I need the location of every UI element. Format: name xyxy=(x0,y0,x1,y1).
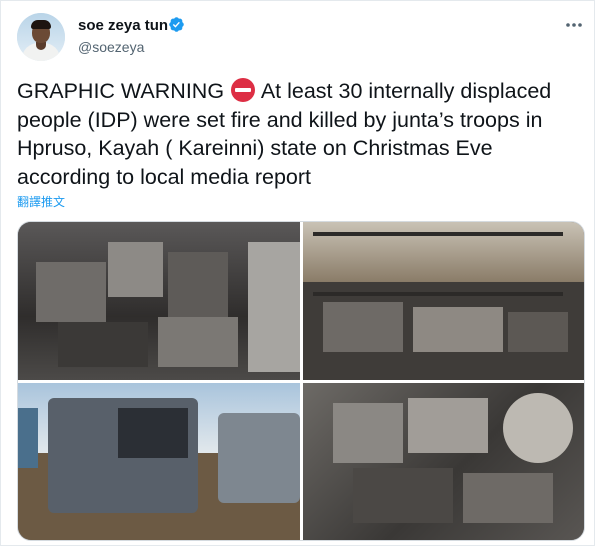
display-name[interactable]: soe zeya tun xyxy=(78,17,168,34)
tweet-text: GRAPHIC WARNING At least 30 internally d… xyxy=(17,77,582,191)
photo-2-tile xyxy=(323,302,403,352)
photo-1-tile xyxy=(36,262,106,322)
photo-1-tile xyxy=(248,242,300,372)
photo-3-person xyxy=(18,408,38,468)
photo-4-tile xyxy=(333,403,403,463)
verified-badge-icon xyxy=(169,17,184,32)
translate-tweet-link[interactable]: 翻譯推文 xyxy=(17,193,65,210)
avatar[interactable] xyxy=(17,13,65,61)
tweet-card[interactable]: soe zeya tun @soezeya GRAPHIC WARNING At… xyxy=(0,0,595,546)
photo-2-tile xyxy=(508,312,568,352)
photo-4-tile xyxy=(503,393,573,463)
user-handle[interactable]: @soezeya xyxy=(78,39,144,55)
photo-2-rail xyxy=(313,232,563,236)
photo-2-sky xyxy=(303,222,584,282)
no-entry-icon xyxy=(231,78,256,102)
photo-3-window xyxy=(118,408,188,458)
photo-1-blurred[interactable] xyxy=(18,222,300,380)
photo-4-tile xyxy=(463,473,553,523)
photo-1-tile xyxy=(108,242,163,297)
photo-1-tile xyxy=(158,317,238,367)
photo-4-tile xyxy=(353,468,453,523)
photo-3-truck-2 xyxy=(218,413,300,503)
photo-1-tile xyxy=(168,252,228,322)
tweet-text-warning: GRAPHIC WARNING xyxy=(17,79,225,103)
photo-2-tile xyxy=(413,307,503,352)
photo-4-blurred[interactable] xyxy=(303,383,584,540)
more-options-icon[interactable] xyxy=(564,15,584,35)
photo-4-tile xyxy=(408,398,488,453)
photo-2-rail xyxy=(313,292,563,296)
media-grid xyxy=(17,221,585,541)
photo-1-tile xyxy=(58,322,148,367)
photo-3-burned-truck[interactable] xyxy=(18,383,300,540)
avatar-hair xyxy=(31,20,51,29)
photo-2-blurred[interactable] xyxy=(303,222,584,380)
more-dots-glyph xyxy=(566,23,582,27)
